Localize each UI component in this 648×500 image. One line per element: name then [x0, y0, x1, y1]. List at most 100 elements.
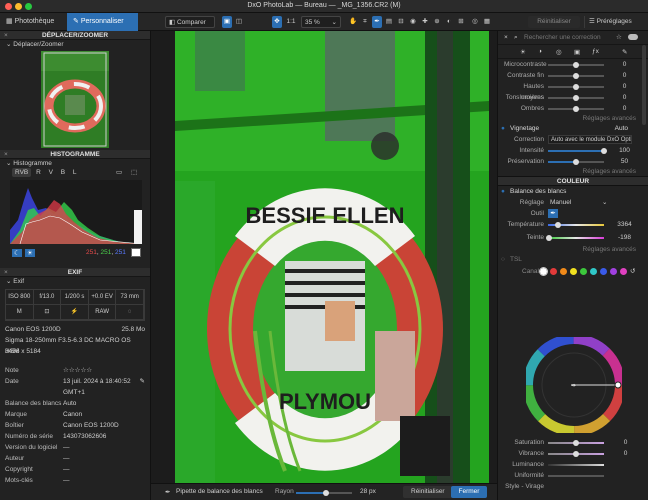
temperature-value[interactable]: 3364 [617, 219, 632, 230]
eye-icon[interactable]: ◎ [470, 16, 480, 28]
rating-stars[interactable]: ☆☆☆☆☆ [63, 365, 92, 376]
close-icon[interactable]: × [504, 34, 508, 41]
slider-track[interactable] [548, 73, 604, 79]
slider-knob[interactable] [573, 95, 579, 101]
repair-icon[interactable]: ✚ [420, 16, 430, 28]
move-zoom-header[interactable]: × DÉPLACER/ZOOMER [0, 31, 150, 40]
slider-track[interactable] [548, 106, 604, 112]
channel-swatch[interactable] [560, 268, 567, 275]
slider-knob[interactable] [554, 222, 561, 228]
channel-swatch[interactable] [570, 268, 577, 275]
navigator-thumbnail[interactable] [41, 51, 109, 148]
single-view-icon[interactable]: ▣ [222, 16, 232, 28]
crop-icon[interactable]: ⌗ [360, 16, 370, 28]
intensity-value[interactable]: 100 [617, 145, 632, 156]
saturation-slider[interactable] [548, 440, 604, 446]
close-tool-button[interactable]: Fermer [451, 486, 487, 498]
slider-track[interactable] [548, 62, 604, 68]
advanced-settings-link[interactable]: Réglages avancés [498, 167, 648, 176]
slider-value[interactable]: 0 [617, 92, 632, 103]
zoom-select[interactable]: 35 % ⌄ [301, 16, 341, 28]
correction-select[interactable]: Auto avec le module DxO Optics [548, 135, 632, 144]
hsl-header[interactable]: ○ TSL [498, 254, 648, 265]
color-section-header[interactable]: COULEUR [498, 176, 648, 186]
search-input[interactable]: Rechercher une correction [524, 34, 601, 41]
channel-swatch[interactable] [590, 268, 597, 275]
local-adjust-icon[interactable]: ⊕ [432, 16, 442, 28]
intensity-slider[interactable] [548, 148, 607, 154]
section-mode[interactable]: Auto [615, 123, 628, 134]
slider-knob[interactable] [573, 73, 579, 79]
slider-knob[interactable] [601, 148, 607, 154]
slider-knob[interactable] [546, 235, 553, 241]
slider-track[interactable] [548, 95, 604, 101]
radius-value[interactable]: 28 px [360, 488, 376, 495]
brush-icon[interactable]: ⊞ [456, 16, 466, 28]
wb-select[interactable]: Manuel [548, 198, 608, 207]
close-icon[interactable]: × [4, 31, 8, 40]
preservation-value[interactable]: 50 [617, 156, 632, 167]
channel-swatch[interactable] [600, 268, 607, 275]
viewer-scrollbar[interactable] [489, 31, 497, 483]
undo-icon[interactable]: ↺ [630, 267, 635, 275]
slider-value[interactable]: 0 [617, 70, 632, 81]
temperature-slider[interactable] [548, 222, 604, 228]
perspective-icon[interactable]: ▤ [384, 16, 394, 28]
presets-button[interactable]: ☰ Préréglages [584, 16, 644, 28]
move-zoom-subheader[interactable]: ⌄ Déplacer/Zoomer [0, 40, 150, 49]
light-icon[interactable]: ☀ [520, 48, 526, 56]
preservation-slider[interactable] [548, 159, 604, 165]
advanced-settings-link[interactable]: Réglages avancés [498, 114, 648, 123]
tab-personnaliser[interactable]: ✎ Personnaliser [67, 13, 138, 31]
compare-button[interactable]: ◧ Comparer [165, 16, 215, 28]
fx-icon[interactable]: ƒx [592, 48, 599, 55]
monitor-icon[interactable]: ▭ [116, 168, 122, 176]
shadow-clip-icon[interactable]: ☾ [12, 249, 22, 257]
geometry-icon[interactable]: ▣ [574, 48, 580, 56]
redeye-icon[interactable]: ◉ [408, 16, 418, 28]
radius-knob[interactable] [323, 490, 329, 496]
eyedropper-icon[interactable]: ✒ [548, 209, 558, 218]
saturation-value[interactable]: 0 [618, 437, 633, 448]
dual-view-icon[interactable]: ◫ [234, 16, 244, 28]
eyedropper-icon[interactable]: ✒ [372, 16, 382, 28]
grid-icon[interactable]: ▦ [482, 16, 492, 28]
slider-knob[interactable] [573, 62, 579, 68]
reset-toolbar-button[interactable]: Réinitialiser [528, 16, 580, 28]
slider-knob[interactable] [573, 106, 579, 112]
slider-value[interactable]: 0 [617, 103, 632, 114]
exif-subheader[interactable]: ⌄ Exif [0, 277, 150, 286]
close-icon[interactable]: × [4, 150, 8, 159]
slider-value[interactable]: 0 [617, 59, 632, 70]
power-icon[interactable]: ● [501, 123, 505, 134]
power-icon[interactable]: ○ [501, 254, 505, 265]
histogram-header[interactable]: × HISTOGRAMME [0, 150, 150, 159]
channel-r[interactable]: R [33, 168, 44, 177]
horizon-icon[interactable]: ⊟ [396, 16, 406, 28]
channel-l[interactable]: L [70, 168, 80, 177]
white-balance-header[interactable]: ● Balance des blancs [498, 186, 648, 197]
mask-icon[interactable]: ◐ [444, 16, 454, 28]
hand-icon[interactable]: ✋ [348, 16, 358, 28]
channel-swatch[interactable] [620, 268, 627, 275]
tab-phototeque[interactable]: ▦ Photothèque [0, 13, 66, 31]
vibrance-slider[interactable] [548, 451, 604, 457]
power-icon[interactable]: ● [501, 186, 505, 197]
color-wheel[interactable]: ✒ [526, 337, 622, 433]
channel-swatch[interactable] [610, 268, 617, 275]
slider-knob[interactable] [573, 159, 579, 165]
image-viewer[interactable]: BESSIE ELLEN PLYMOU [175, 31, 489, 483]
tint-slider[interactable] [546, 235, 604, 241]
toggle-switch[interactable] [628, 34, 638, 40]
fit-icon[interactable]: ✥ [272, 16, 282, 28]
channel-swatch[interactable] [539, 267, 548, 276]
ratio-button[interactable]: 1:1 [285, 16, 297, 28]
radius-slider[interactable] [296, 490, 352, 496]
reset-button[interactable]: Réinitialiser [403, 486, 453, 498]
close-icon[interactable]: × [4, 268, 8, 277]
star-icon[interactable]: ☆ [616, 33, 622, 41]
slider-value[interactable]: 0 [617, 81, 632, 92]
gamut-icon[interactable]: ⬚ [131, 168, 137, 176]
vibrance-value[interactable]: 0 [618, 448, 633, 459]
channel-rvb[interactable]: RVB [12, 168, 32, 177]
